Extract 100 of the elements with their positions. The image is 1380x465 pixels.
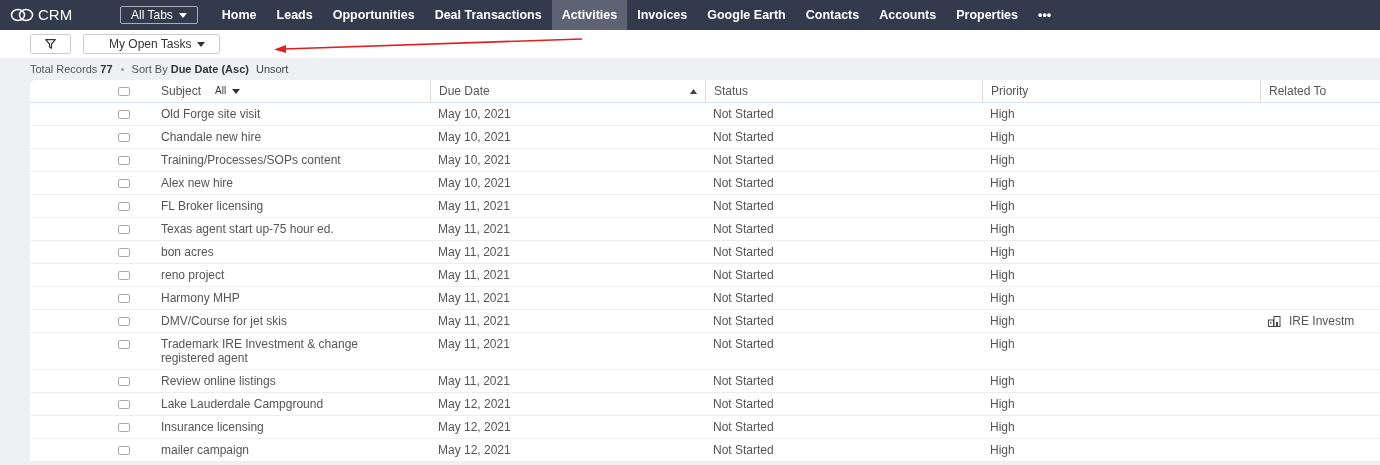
table-cell-text: May 12, 2021: [438, 397, 512, 411]
total-records: Total Records 77: [30, 61, 113, 77]
table-cell-text: High: [990, 107, 1016, 121]
row-checkbox[interactable]: [118, 294, 130, 303]
row-checkbox[interactable]: [118, 202, 130, 211]
caret-icon: [197, 41, 206, 47]
column-header[interactable]: Subject: [161, 84, 210, 98]
nav-tab[interactable]: Invoices: [627, 0, 698, 30]
table-cell[interactable]: Trademark IRE Investment & change registered agent: [161, 337, 401, 365]
table-cell-text: High: [990, 291, 1016, 305]
table-cell-text: Not Started: [713, 245, 775, 259]
table-cell[interactable]: DMV/Course for jet skis: [161, 314, 401, 328]
table-cell-text: May 11, 2021: [438, 222, 511, 236]
nav-tab[interactable]: Accounts: [869, 0, 947, 30]
nav-tab[interactable]: Properties: [946, 0, 1029, 30]
table-cell[interactable]: mailer campaign: [161, 443, 401, 457]
table-cell-text: Not Started: [713, 397, 775, 411]
table-cell-text: Not Started: [713, 176, 775, 190]
nav-tab[interactable]: Opportunities: [322, 0, 425, 30]
select-all-checkbox[interactable]: [118, 87, 130, 96]
building-icon: [1268, 315, 1281, 327]
app-name: CRM: [38, 4, 73, 25]
row-checkbox[interactable]: [118, 340, 130, 349]
table-cell-text: Not Started: [713, 222, 775, 236]
table-cell[interactable]: Alex new hire: [161, 176, 401, 190]
table-cell-text: High: [990, 222, 1016, 236]
table-cell-text: High: [990, 153, 1016, 167]
table-cell[interactable]: Lake Lauderdale Campground: [161, 397, 401, 411]
row-checkbox[interactable]: [118, 225, 130, 234]
table-cell[interactable]: Insurance licensing: [161, 420, 401, 434]
all-tabs-dropdown[interactable]: All Tabs: [120, 6, 198, 24]
table-cell-text: High: [990, 176, 1016, 190]
table-cell[interactable]: Texas agent start up-75 hour ed.: [161, 222, 401, 236]
table-cell-text: Not Started: [713, 337, 775, 351]
related-link[interactable]: IRE Investm: [1289, 314, 1363, 328]
table-cell-text: May 10, 2021: [438, 130, 512, 144]
table-cell[interactable]: Chandale new hire: [161, 130, 401, 144]
row-checkbox[interactable]: [118, 110, 130, 119]
table-cell-text: May 11, 2021: [438, 199, 511, 213]
row-checkbox[interactable]: [118, 179, 130, 188]
nav-tab[interactable]: Google Earth: [697, 0, 796, 30]
unsort-link[interactable]: Unsort: [255, 60, 289, 78]
table-cell-text: Not Started: [713, 314, 775, 328]
logo-icon: [10, 8, 34, 22]
table-cell-text: High: [990, 314, 1016, 328]
row-checkbox[interactable]: [118, 156, 130, 165]
column-header[interactable]: Priority: [991, 84, 1037, 98]
table-cell-text: May 11, 2021: [438, 245, 511, 259]
table-cell-text: May 10, 2021: [438, 153, 512, 167]
table-cell[interactable]: Harmony MHP: [161, 291, 401, 305]
table-cell-text: May 10, 2021: [438, 176, 512, 190]
table-cell-text: High: [990, 199, 1016, 213]
table-cell[interactable]: reno project: [161, 268, 401, 282]
table-cell-text: May 11, 2021: [438, 374, 511, 388]
table-cell[interactable]: FL Broker licensing: [161, 199, 401, 213]
table-cell-text: High: [990, 374, 1016, 388]
row-checkbox[interactable]: [118, 377, 130, 386]
nav-tab[interactable]: Deal Transactions: [424, 0, 552, 30]
table-cell-text: May 10, 2021: [438, 107, 512, 121]
column-header[interactable]: Due Date: [439, 84, 498, 98]
table-cell-text: Not Started: [713, 374, 775, 388]
table-cell[interactable]: Review online listings: [161, 374, 401, 388]
table-cell-text: High: [990, 337, 1016, 351]
table-cell-text: May 12, 2021: [438, 443, 512, 457]
table-cell-text: Not Started: [713, 107, 775, 121]
row-checkbox[interactable]: [118, 423, 130, 432]
row-checkbox[interactable]: [118, 400, 130, 409]
table-cell-text: Not Started: [713, 130, 775, 144]
table-cell-text: Not Started: [713, 153, 775, 167]
table-cell-text: High: [990, 420, 1016, 434]
nav-tab[interactable]: Home: [211, 0, 267, 30]
table-cell-text: Not Started: [713, 291, 775, 305]
subject-filter-dropdown[interactable]: All: [215, 84, 241, 98]
sort-info: Sort By Due Date (Asc): [131, 61, 249, 77]
table-cell[interactable]: Training/Processes/SOPs content: [161, 153, 401, 167]
table-cell-text: May 11, 2021: [438, 268, 511, 282]
table-cell-text: Not Started: [713, 443, 775, 457]
table-cell-text: High: [990, 130, 1016, 144]
table-cell-text: May 11, 2021: [438, 314, 511, 328]
nav-tab[interactable]: Contacts: [795, 0, 870, 30]
table-cell-text: High: [990, 245, 1016, 259]
nav-tab[interactable]: Leads: [266, 0, 323, 30]
table-cell-text: High: [990, 268, 1016, 282]
filter-icon: [45, 39, 56, 49]
row-checkbox[interactable]: [118, 317, 130, 326]
sort-ascending-icon[interactable]: [690, 88, 697, 94]
filter-button[interactable]: [30, 34, 71, 54]
row-checkbox[interactable]: [118, 133, 130, 142]
row-checkbox[interactable]: [118, 248, 130, 257]
column-header[interactable]: Related To: [1269, 84, 1335, 98]
row-checkbox[interactable]: [118, 446, 130, 455]
more-button[interactable]: •••: [1028, 0, 1062, 30]
table-cell[interactable]: bon acres: [161, 245, 401, 259]
table-cell-text: Not Started: [713, 420, 775, 434]
table-cell-text: May 11, 2021: [438, 337, 511, 351]
row-checkbox[interactable]: [118, 271, 130, 280]
view-dropdown[interactable]: My Open Tasks: [83, 34, 221, 54]
nav-tab[interactable]: Activities: [551, 0, 628, 30]
column-header[interactable]: Status: [714, 84, 757, 98]
table-cell[interactable]: Old Forge site visit: [161, 107, 401, 121]
